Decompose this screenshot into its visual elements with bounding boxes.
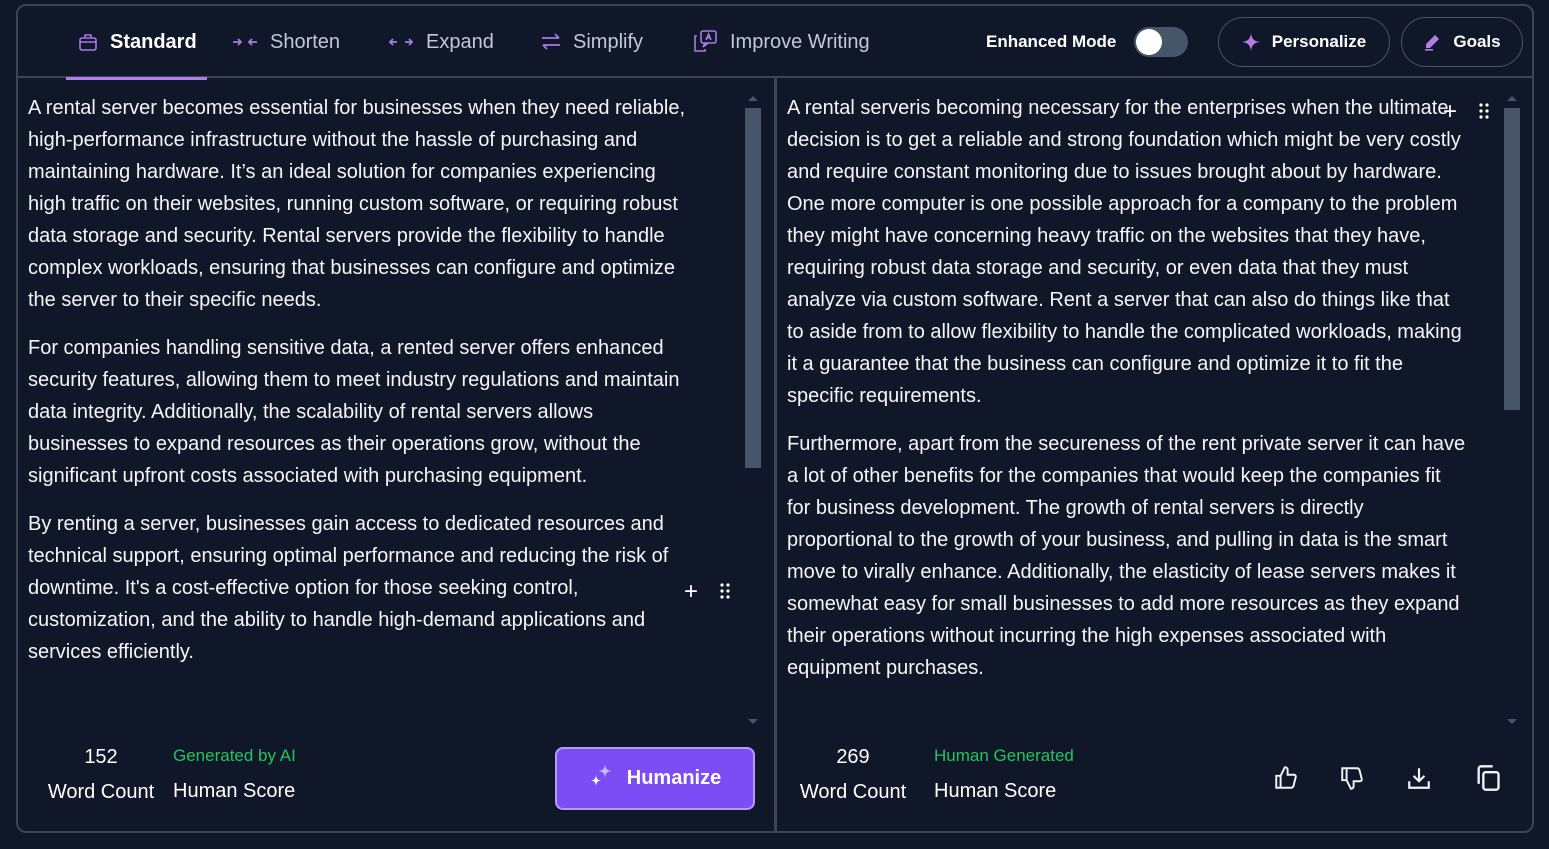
output-block-controls: + [1443, 98, 1489, 126]
input-paragraph: A rental server becomes essential for bu… [28, 97, 686, 311]
arrows-inward-icon [232, 35, 258, 49]
copy-icon [1477, 765, 1500, 791]
scroll-down-arrow[interactable] [748, 719, 758, 724]
input-human-score: Generated by AI Human Score [173, 746, 296, 803]
tab-label: Standard [110, 30, 197, 53]
tab-label: Expand [426, 30, 494, 53]
thumbs-up-icon [1275, 766, 1297, 789]
tab-improve-writing[interactable]: Improve Writing [692, 6, 870, 78]
improve-writing-icon [692, 30, 718, 54]
arrows-outward-icon [388, 35, 414, 49]
enhanced-mode-toggle[interactable] [1134, 27, 1188, 57]
input-text-area[interactable]: A rental server becomes essential for bu… [28, 92, 688, 732]
scroll-up-arrow[interactable] [748, 96, 758, 101]
add-block-icon[interactable]: + [684, 578, 698, 606]
thumbs-down-button[interactable] [1336, 762, 1368, 794]
word-count-value: 269 [836, 746, 870, 768]
tab-expand[interactable]: Expand [388, 6, 494, 78]
input-scrollbar[interactable] [745, 96, 761, 724]
word-count-value: 152 [84, 746, 118, 768]
word-count-label: Word Count [799, 781, 907, 803]
add-block-icon[interactable]: + [1443, 98, 1457, 126]
input-paragraph: By renting a server, businesses gain acc… [28, 513, 669, 663]
humanize-button[interactable]: Humanize [555, 747, 755, 810]
swap-arrows-icon [541, 33, 561, 51]
copy-button[interactable] [1472, 762, 1504, 794]
drag-handle-icon[interactable] [1479, 98, 1489, 126]
tab-label: Improve Writing [730, 30, 870, 53]
tab-label: Simplify [573, 30, 644, 53]
sparkle-icon [1241, 33, 1260, 51]
output-scrollbar[interactable] [1504, 96, 1520, 724]
thumbs-up-button[interactable] [1270, 762, 1302, 794]
tab-standard[interactable]: Standard [66, 6, 207, 80]
tab-label: Shorten [270, 30, 341, 53]
sparkles-icon [589, 763, 615, 795]
personalize-label: Personalize [1271, 32, 1367, 51]
briefcase-icon [78, 32, 98, 52]
human-score-value: Human Generated [934, 746, 1074, 765]
thumbs-down-icon [1341, 767, 1363, 790]
scroll-thumb[interactable] [1504, 108, 1520, 410]
input-paragraph: For companies handling sensitive data, a… [28, 337, 680, 487]
toggle-knob [1136, 29, 1162, 55]
output-paragraph: A rental serveris becoming necessary for… [787, 97, 1462, 407]
goals-label: Goals [1453, 32, 1501, 51]
human-score-value: Generated by AI [173, 746, 296, 765]
pane-divider [774, 78, 777, 831]
output-word-count: 269 Word Count [790, 746, 916, 804]
human-score-label: Human Score [173, 780, 296, 802]
mode-toolbar: Standard Shorten Expand Simplify Improve… [18, 6, 1532, 80]
humanize-label: Humanize [626, 767, 722, 789]
human-score-label: Human Score [934, 780, 1057, 802]
app-frame: Standard Shorten Expand Simplify Improve… [16, 4, 1534, 833]
word-count-label: Word Count [47, 781, 155, 803]
input-word-count: 152 Word Count [38, 746, 164, 804]
tab-shorten[interactable]: Shorten [232, 6, 340, 78]
output-human-score: Human Generated Human Score [934, 746, 1074, 803]
download-button[interactable] [1403, 762, 1435, 794]
tab-simplify[interactable]: Simplify [541, 6, 643, 78]
drag-handle-icon[interactable] [720, 578, 730, 606]
output-text-area[interactable]: A rental serveris becoming necessary for… [787, 92, 1467, 732]
output-paragraph: Furthermore, apart from the secureness o… [787, 433, 1466, 679]
goals-button[interactable]: Goals [1401, 17, 1523, 67]
pencil-icon [1423, 33, 1441, 51]
input-block-controls: + [684, 578, 730, 606]
scroll-thumb[interactable] [745, 108, 761, 468]
personalize-button[interactable]: Personalize [1218, 17, 1390, 67]
scroll-up-arrow[interactable] [1507, 96, 1517, 101]
scroll-down-arrow[interactable] [1507, 719, 1517, 724]
download-icon [1408, 768, 1430, 789]
enhanced-mode-label: Enhanced Mode [986, 32, 1117, 51]
